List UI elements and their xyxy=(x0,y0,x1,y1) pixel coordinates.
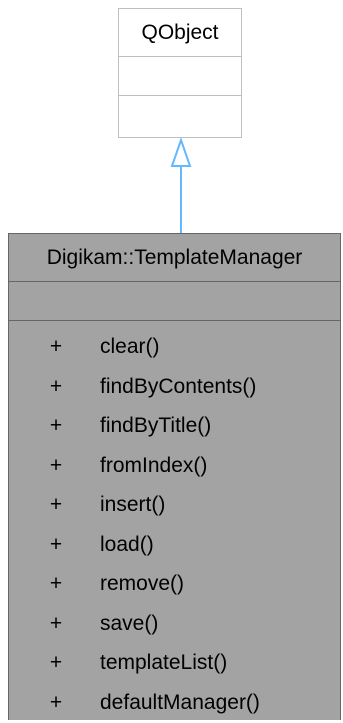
method-row: + templateList() xyxy=(9,643,340,683)
method-name: templateList() xyxy=(100,651,228,674)
method-name: remove() xyxy=(100,572,185,595)
method-name: save() xyxy=(100,611,159,635)
visibility-marker: + xyxy=(49,335,63,358)
method-name: load() xyxy=(100,532,154,556)
class-attributes-section xyxy=(9,282,340,321)
method-name: findByContents() xyxy=(100,374,257,398)
method-name: defaultManager() xyxy=(100,690,260,714)
visibility-marker: + xyxy=(49,651,63,674)
class-name: Digikam::TemplateManager xyxy=(9,234,340,282)
method-name: findByTitle() xyxy=(100,414,212,437)
uml-diagram: { "parent_class": { "name": "QObject", "… xyxy=(0,0,343,720)
method-name: insert() xyxy=(100,493,166,516)
visibility-marker: + xyxy=(49,453,63,477)
method-row: + load() xyxy=(9,525,340,565)
method-row: + findByTitle() xyxy=(9,406,340,446)
method-row: + insert() xyxy=(9,485,340,525)
visibility-marker: + xyxy=(49,374,63,398)
parent-class-box: QObject xyxy=(118,8,242,138)
class-methods-section: + clear() + findByContents() + findByTit… xyxy=(9,321,340,722)
parent-class-methods-section xyxy=(119,96,241,135)
parent-class-name: QObject xyxy=(119,9,241,57)
visibility-marker: + xyxy=(49,414,63,437)
method-row: + fromIndex() xyxy=(9,446,340,486)
visibility-marker: + xyxy=(49,690,63,714)
visibility-marker: + xyxy=(49,611,63,635)
method-row: + remove() xyxy=(9,564,340,604)
visibility-marker: + xyxy=(49,572,63,595)
method-row: + save() xyxy=(9,604,340,644)
inheritance-arrow-head xyxy=(170,136,192,167)
parent-class-attributes-section xyxy=(119,57,241,96)
visibility-marker: + xyxy=(49,493,63,516)
method-row: + defaultManager() xyxy=(9,683,340,723)
method-name: clear() xyxy=(100,335,160,358)
method-row: + findByContents() xyxy=(9,367,340,407)
method-row: + clear() xyxy=(9,327,340,367)
class-box: Digikam::TemplateManager + clear() + fin… xyxy=(8,233,341,720)
method-name: fromIndex() xyxy=(100,453,208,477)
visibility-marker: + xyxy=(49,532,63,556)
